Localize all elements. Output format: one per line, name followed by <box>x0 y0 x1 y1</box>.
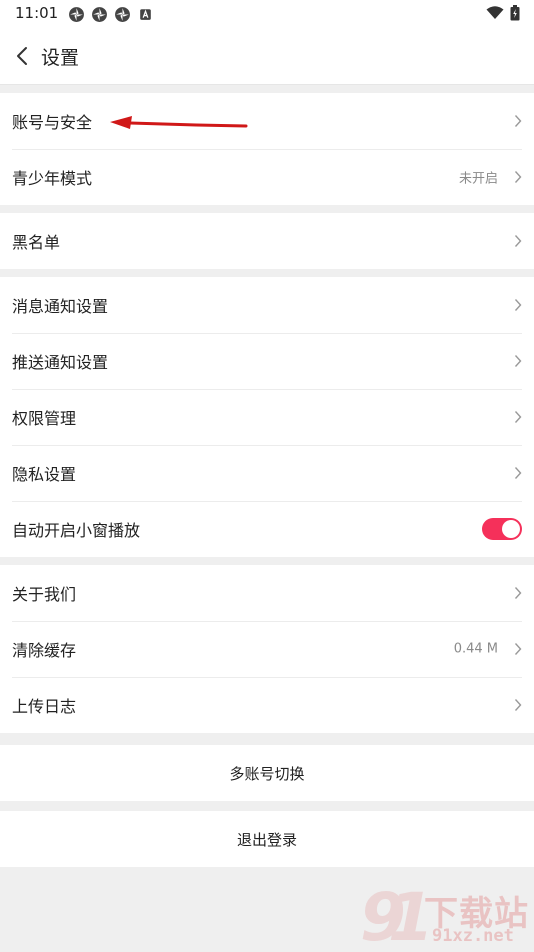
chevron-right-icon <box>514 115 522 127</box>
annotation-arrow-icon <box>110 116 248 129</box>
row-label: 自动开启小窗播放 <box>12 521 141 540</box>
upload-log-row[interactable]: 上传日志 <box>0 677 534 733</box>
row-label: 清除缓存 <box>12 641 77 660</box>
push-notification-row[interactable]: 推送通知设置 <box>0 333 534 389</box>
cache-size: 0.44 M <box>453 641 498 657</box>
watermark-text-en: 91xz.net <box>432 926 514 946</box>
row-label: 权限管理 <box>12 409 77 428</box>
switch-account-button[interactable]: 多账号切换 <box>0 745 534 801</box>
row-label: 关于我们 <box>12 585 77 604</box>
page-title: 设置 <box>41 47 80 69</box>
permission-management-row[interactable]: 权限管理 <box>0 389 534 445</box>
chevron-left-icon <box>17 47 27 65</box>
battery-icon <box>510 5 520 21</box>
toggle-knob <box>502 520 520 538</box>
app-notification-icon <box>115 7 130 22</box>
row-label: 上传日志 <box>12 697 77 716</box>
nav-bar: 设置 <box>0 28 534 85</box>
row-label: 隐私设置 <box>12 465 77 484</box>
chevron-right-icon <box>514 235 522 247</box>
privacy-settings-row[interactable]: 隐私设置 <box>0 445 534 501</box>
app-notification-icon <box>69 7 84 22</box>
status-time: 11:01 <box>15 4 59 22</box>
chevron-right-icon <box>514 643 522 655</box>
auto-mini-window-row: 自动开启小窗播放 <box>0 501 534 557</box>
auto-mini-window-toggle[interactable] <box>482 518 522 540</box>
chevron-right-icon <box>514 411 522 423</box>
chevron-right-icon <box>514 171 522 183</box>
watermark-logo: 9 1 下载站 91xz.net <box>360 879 530 952</box>
settings-group-blacklist: 黑名单 <box>0 213 534 269</box>
row-label: 账号与安全 <box>12 113 93 132</box>
clear-cache-row[interactable]: 清除缓存 0.44 M <box>0 621 534 677</box>
row-label: 推送通知设置 <box>12 353 109 372</box>
keyboard-a-icon <box>140 9 151 20</box>
chevron-right-icon <box>514 587 522 599</box>
chevron-right-icon <box>514 699 522 711</box>
settings-group-notifications: 消息通知设置 推送通知设置 权限管理 隐私设置 自动开启小窗播放 <box>0 277 534 557</box>
blacklist-row[interactable]: 黑名单 <box>0 213 534 269</box>
row-label: 黑名单 <box>12 233 61 252</box>
account-security-row[interactable]: 账号与安全 <box>0 93 534 149</box>
chevron-right-icon <box>514 355 522 367</box>
chevron-right-icon <box>514 299 522 311</box>
wifi-icon <box>486 6 504 19</box>
settings-group-account: 账号与安全 青少年模式 未开启 <box>0 93 534 205</box>
notification-icons <box>68 6 154 23</box>
teen-mode-row[interactable]: 青少年模式 未开启 <box>0 149 534 205</box>
row-label: 消息通知设置 <box>12 297 109 316</box>
back-button[interactable] <box>8 42 36 70</box>
settings-group-about: 关于我们 清除缓存 0.44 M 上传日志 <box>0 565 534 733</box>
chevron-right-icon <box>514 467 522 479</box>
logout-button[interactable]: 退出登录 <box>0 811 534 867</box>
message-notification-row[interactable]: 消息通知设置 <box>0 277 534 333</box>
app-notification-icon <box>92 7 107 22</box>
status-bar: 11:01 <box>0 0 534 28</box>
system-icons <box>486 5 520 21</box>
about-us-row[interactable]: 关于我们 <box>0 565 534 621</box>
teen-mode-status: 未开启 <box>458 171 498 187</box>
row-label: 青少年模式 <box>12 169 93 188</box>
